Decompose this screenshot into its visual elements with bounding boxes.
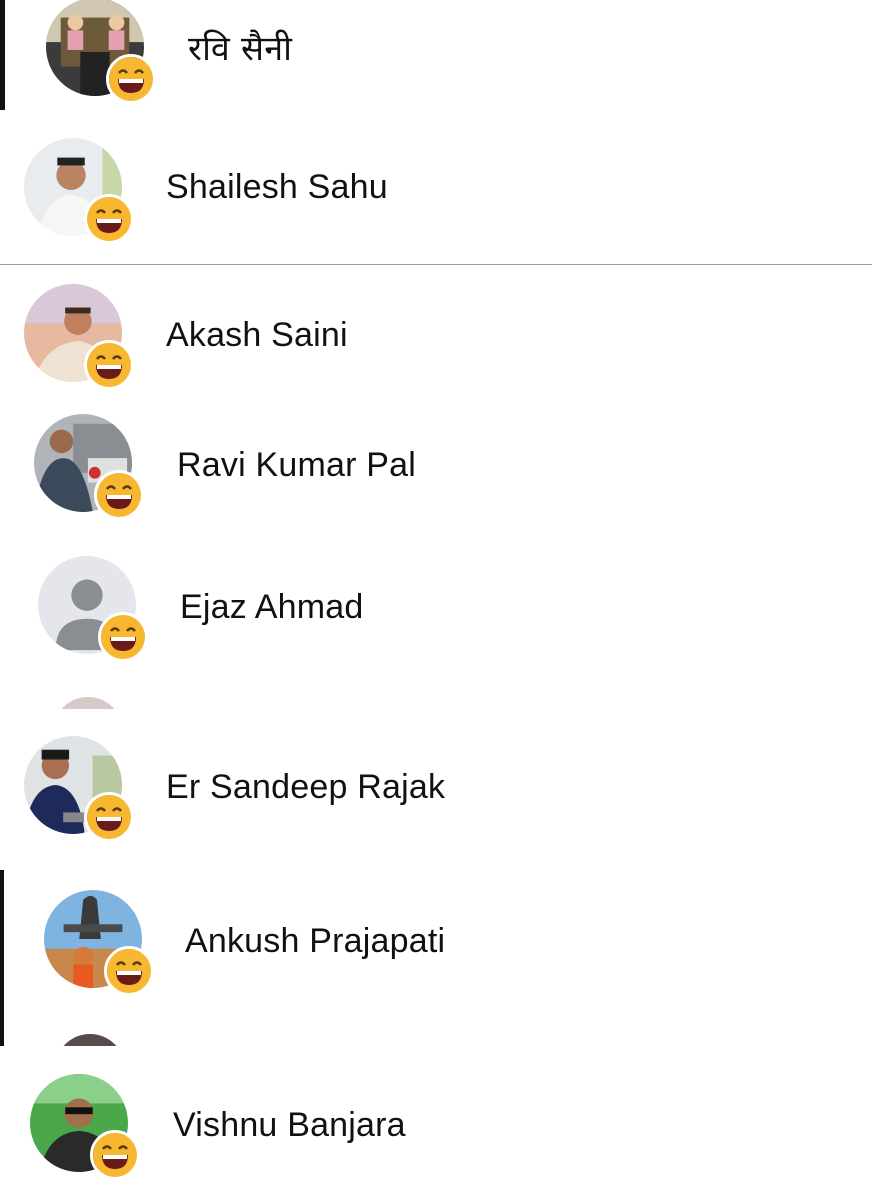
avatar — [24, 138, 134, 244]
laughing-emoji-icon — [104, 946, 154, 996]
avatar — [24, 736, 134, 842]
laughing-emoji-icon — [84, 340, 134, 390]
contact-name: Ejaz Ahmad — [180, 588, 364, 626]
contact-name: Er Sandeep Rajak — [166, 768, 446, 806]
cropped-avatar-edge — [50, 697, 126, 709]
laughing-emoji-icon — [98, 612, 148, 662]
contact-name: Akash Saini — [166, 316, 348, 354]
contact-row[interactable]: Er Sandeep Rajak — [0, 730, 872, 850]
laughing-emoji-icon — [90, 1130, 140, 1180]
cropped-avatar-edge — [52, 1034, 128, 1046]
contact-row[interactable]: Akash Saini — [0, 278, 872, 398]
contact-row[interactable]: रवि सैनी — [0, 0, 872, 120]
contact-row[interactable]: Ravi Kumar Pal — [0, 408, 872, 528]
avatar — [46, 0, 156, 104]
avatar — [38, 556, 148, 662]
contact-name: Ankush Prajapati — [185, 922, 446, 960]
contact-row[interactable]: Ejaz Ahmad — [0, 550, 872, 670]
laughing-emoji-icon — [106, 54, 156, 104]
contact-row[interactable]: Ankush Prajapati — [0, 884, 872, 1004]
laughing-emoji-icon — [94, 470, 144, 520]
contact-row[interactable]: Vishnu Banjara — [0, 1068, 872, 1188]
laughing-emoji-icon — [84, 194, 134, 244]
section-divider — [0, 264, 872, 265]
avatar — [30, 1074, 140, 1180]
contact-row[interactable]: Shailesh Sahu — [0, 130, 872, 250]
contact-name: रवि सैनी — [188, 29, 293, 69]
contact-name: Vishnu Banjara — [173, 1106, 406, 1144]
contact-name: Shailesh Sahu — [166, 168, 388, 206]
laughing-emoji-icon — [84, 792, 134, 842]
avatar — [24, 284, 134, 390]
avatar — [44, 890, 154, 996]
avatar — [34, 414, 144, 520]
contact-name: Ravi Kumar Pal — [177, 446, 416, 484]
